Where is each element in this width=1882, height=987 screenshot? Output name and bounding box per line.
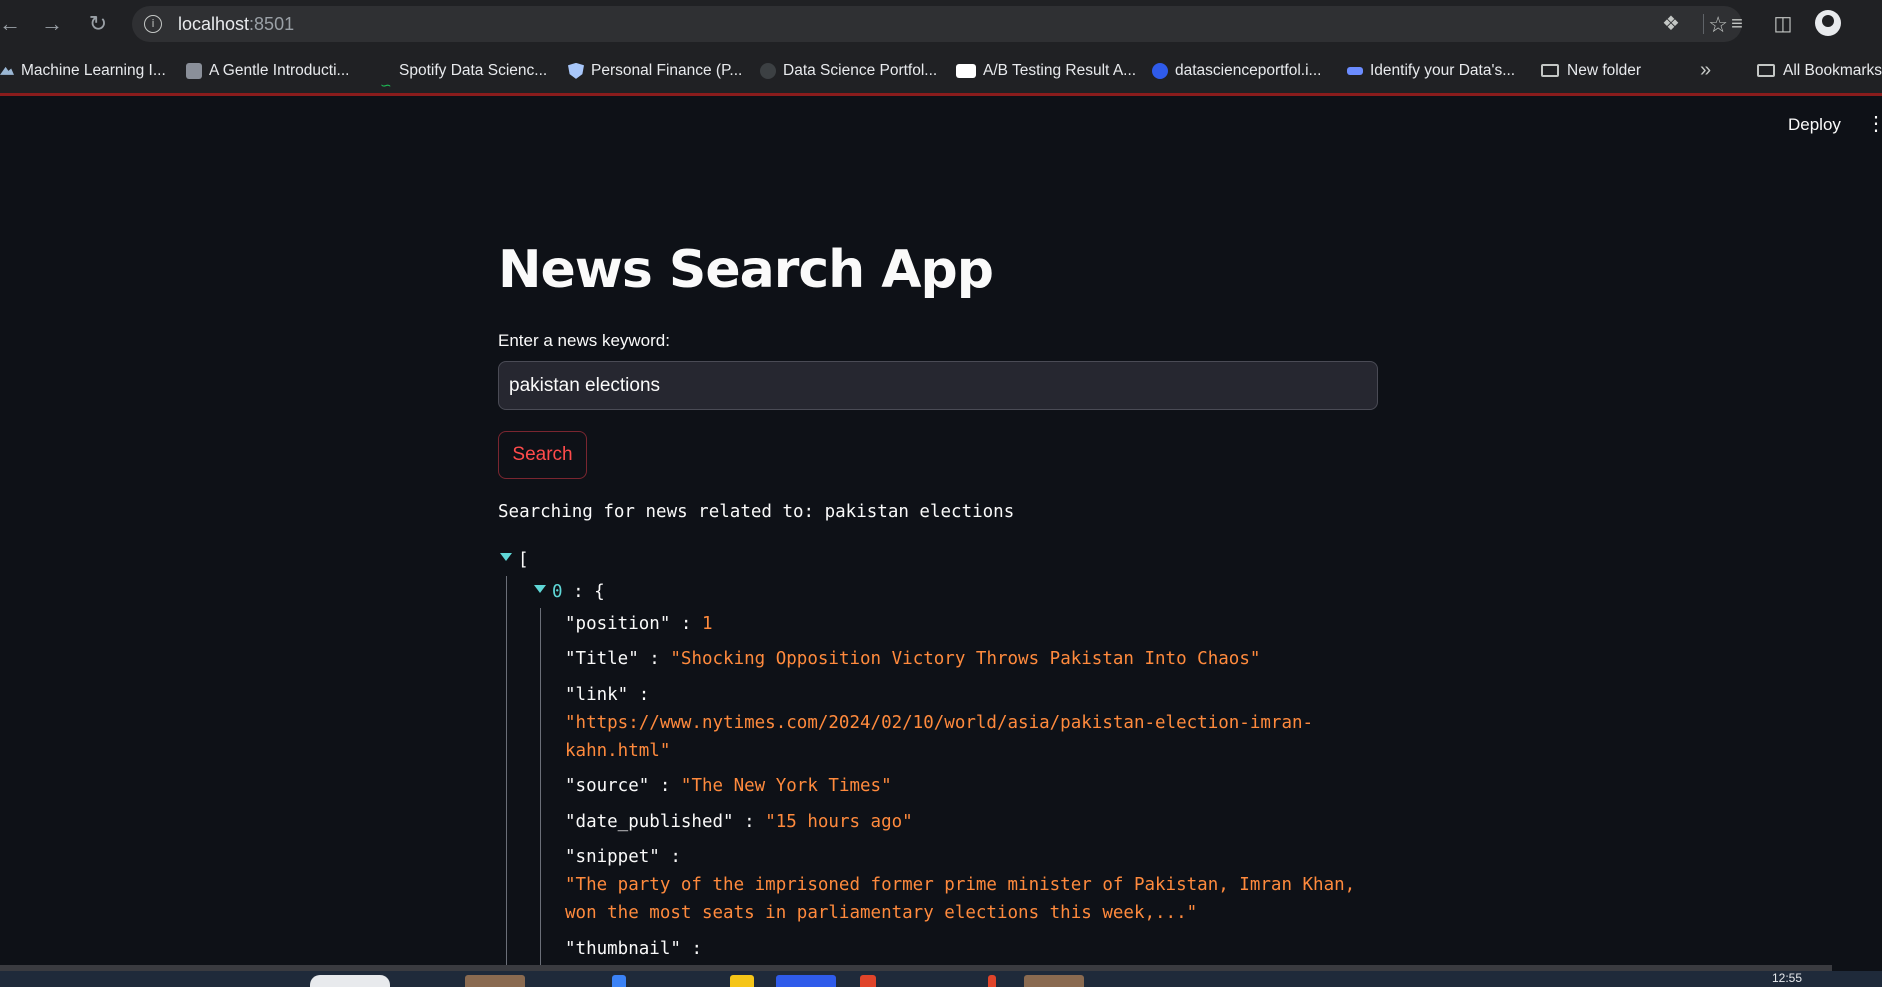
field-value: "15 hours ago" [765,812,913,832]
keyword-input[interactable] [498,361,1378,410]
deploy-button[interactable]: Deploy [1788,115,1841,135]
bookmark-label: datascienceportfol.i... [1175,62,1322,79]
toolbar-divider [1703,14,1704,34]
field-value: 1 [701,614,713,634]
taskbar-app-icon[interactable] [988,975,996,987]
bookmark-machine-learning[interactable]: Machine Learning I... [0,48,166,93]
open-bracket: [ [518,550,529,570]
json-link-value-cont: kahn.html" [565,737,670,765]
bookmarks-bar: Machine Learning I... A Gentle Introduct… [0,48,1882,96]
back-icon[interactable]: ← [0,10,24,38]
medium-icon [956,63,976,78]
profile-avatar[interactable] [1815,10,1841,36]
bookmark-new-folder[interactable]: New folder [1541,48,1641,93]
reload-icon[interactable]: ↻ [84,10,112,38]
json-field-link: "link" : [565,685,650,705]
field-value: "https://www.nytimes.com/2024/02/10/worl… [565,713,1314,733]
extensions-icon[interactable]: ❖ [1657,10,1685,38]
bookmark-label: A Gentle Introducti... [209,62,350,79]
url-text[interactable]: localhost:8501 [178,6,294,42]
bookmark-label: Personal Finance (P... [591,62,743,79]
field-value: "The New York Times" [680,776,892,796]
bookmark-label: A/B Testing Result A... [983,62,1137,79]
d-icon [1152,62,1168,79]
tds-icon [1347,66,1363,75]
item-index: 0 [552,582,563,602]
field-key: "date_published" [565,812,734,832]
globe-icon [760,62,776,79]
all-bookmarks-label: All Bookmarks [1783,62,1882,79]
url-host: localhost [178,14,250,34]
forward-icon[interactable]: → [38,10,66,38]
field-key: "source" [565,776,650,796]
site-info-icon[interactable]: i [144,15,162,33]
taskbar-app-icon[interactable] [1024,975,1084,987]
address-bar[interactable]: i localhost:8501 ☆ [132,6,1742,42]
taskbar-app-icon[interactable] [860,975,876,987]
field-value: won the most seats in parliamentary elec… [565,903,1198,923]
json-snippet-value: "The party of the imprisoned former prim… [565,871,1355,899]
media-controls-icon[interactable]: ≡ [1723,10,1751,38]
collapse-root-icon[interactable] [500,553,512,561]
bookmark-spotify[interactable]: ∽ Spotify Data Scienc... [380,48,547,93]
json-field-position: "position" : 1 [565,614,713,634]
bookmark-label: New folder [1567,62,1642,79]
more-bookmarks-icon[interactable]: » [1700,48,1711,93]
bookmark-gentle-intro[interactable]: A Gentle Introducti... [186,48,349,93]
folder-icon [1757,64,1775,78]
json-field-title: "Title" : "Shocking Opposition Victory T… [565,649,1261,669]
field-key: "position" [565,614,671,634]
json-field-date: "date_published" : "15 hours ago" [565,812,913,832]
bookmark-label: Data Science Portfol... [783,62,938,79]
json-field-snippet: "snippet" : [565,847,681,867]
field-key: "snippet" [565,847,660,867]
main-menu-icon[interactable]: ⋮ [1866,114,1882,134]
bookmark-personal-finance[interactable]: Personal Finance (P... [568,48,742,93]
field-key: "Title" [565,649,639,669]
taskbar-app-icon[interactable] [776,975,836,987]
json-snippet-value-cont: won the most seats in parliamentary elec… [565,899,1197,927]
bookmark-label: Machine Learning I... [21,62,166,79]
keyword-input-label: Enter a news keyword: [498,331,670,350]
bookmark-label: Identify your Data's... [1370,62,1516,79]
field-value: kahn.html" [565,741,671,761]
json-item-0: 0 : { [552,582,605,602]
search-button[interactable]: Search [498,431,587,479]
item-open-brace: { [594,582,605,602]
mountain-icon [0,66,14,75]
field-value: "Shocking Opposition Victory Throws Paki… [670,649,1261,669]
browser-toolbar: ← → ↻ i localhost:8501 ☆ ❖ ≡ ◫ [0,0,1882,48]
bookmark-identify-data[interactable]: Identify your Data's... [1347,48,1515,93]
json-field-thumbnail: "thumbnail" : [565,939,702,959]
os-taskbar: 12:55 [0,971,1882,987]
page-icon [186,62,202,79]
field-value: "The party of the imprisoned former prim… [565,875,1356,895]
taskbar-app-icon[interactable] [465,975,525,987]
json-open-bracket: [ [518,546,529,574]
bookmark-label: Spotify Data Scienc... [399,62,548,79]
folder-icon [1541,64,1559,78]
field-key: "link" [565,685,629,705]
taskbar-app-icon[interactable] [612,975,626,987]
json-link-value: "https://www.nytimes.com/2024/02/10/worl… [565,709,1313,737]
collapse-item-icon[interactable] [534,585,546,593]
shield-icon [568,62,584,79]
taskbar-app-icon[interactable] [730,975,754,987]
side-panel-icon[interactable]: ◫ [1769,10,1797,38]
page-title: News Search App [498,240,994,300]
taskbar-search-box[interactable] [310,975,390,987]
json-indent-guide [540,608,541,971]
spotify-icon: ∽ [380,76,392,93]
taskbar-clock[interactable]: 12:55 [1772,971,1802,985]
field-key: "thumbnail" [565,939,681,959]
url-port: :8501 [249,14,295,34]
bookmark-ab-testing[interactable]: A/B Testing Result A... [956,48,1136,93]
bookmark-ds-portfolio[interactable]: Data Science Portfol... [760,48,937,93]
json-indent-guide [506,576,507,971]
bookmark-datascienceportfol[interactable]: datascienceportfol.i... [1152,48,1321,93]
all-bookmarks[interactable]: All Bookmarks [1757,48,1882,93]
json-field-source: "source" : "The New York Times" [565,776,892,796]
status-text: Searching for news related to: pakistan … [498,502,1015,522]
